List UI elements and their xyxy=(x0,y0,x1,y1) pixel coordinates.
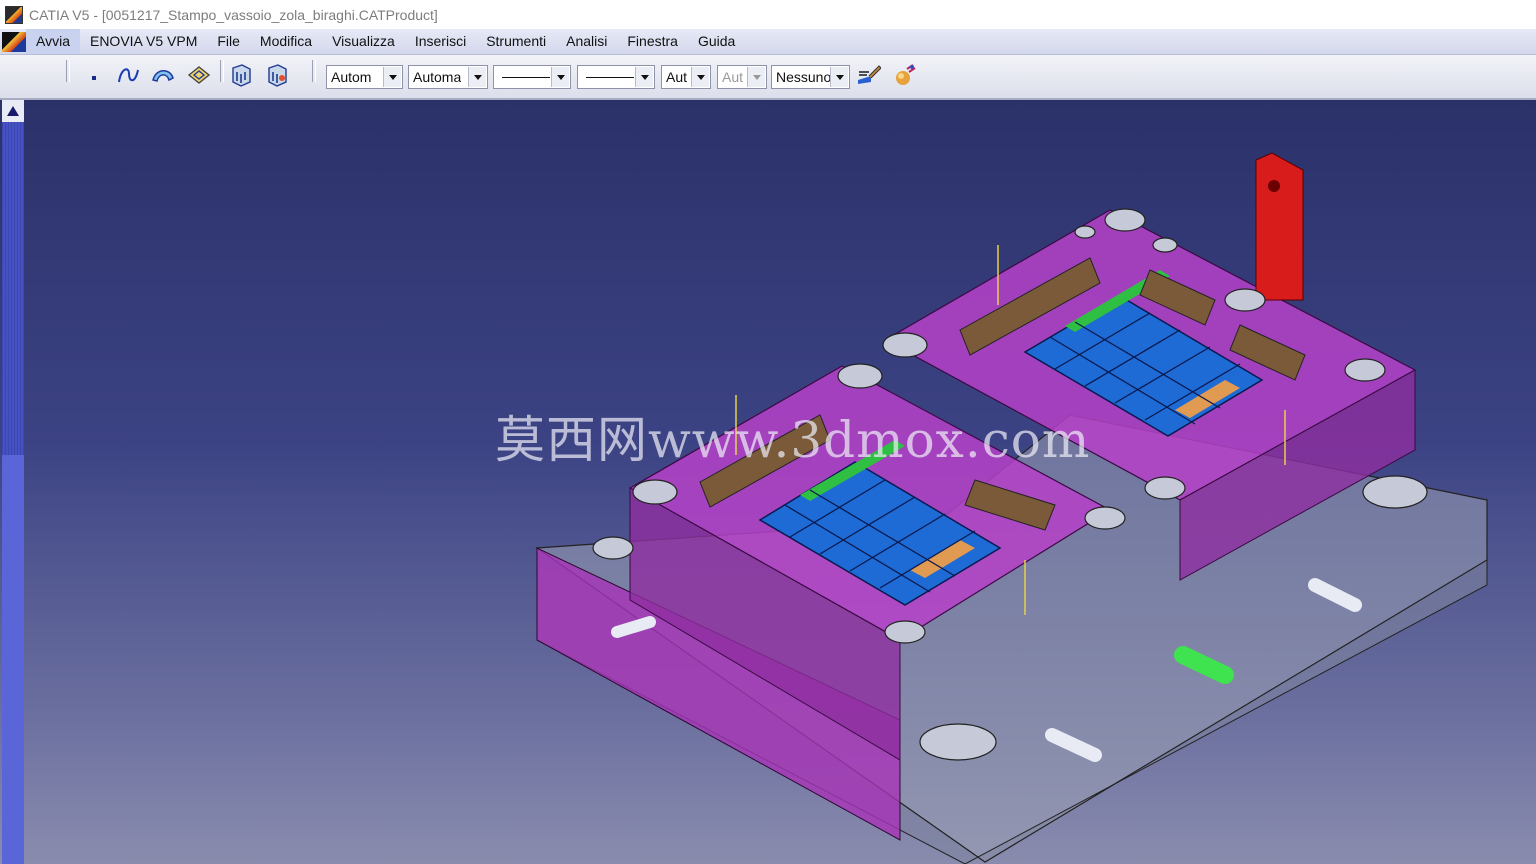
chevron-down-icon[interactable] xyxy=(551,67,569,87)
chevron-down-icon[interactable] xyxy=(383,67,401,87)
menu-avvia[interactable]: Avvia xyxy=(26,29,80,54)
menu-file[interactable]: File xyxy=(207,29,250,54)
line-sample xyxy=(586,77,634,78)
catia-logo-icon xyxy=(5,5,23,24)
lineweight-combo[interactable] xyxy=(577,65,655,89)
mold-assembly-model[interactable] xyxy=(0,100,1536,864)
catia-logo-icon[interactable] xyxy=(2,31,26,52)
render-style-combo-value: Nessuno xyxy=(776,69,831,85)
layer-combo-value: Aut xyxy=(722,69,744,85)
3d-viewport[interactable]: 莫西网www.3dmox.com xyxy=(0,100,1536,864)
linetype-combo[interactable] xyxy=(493,65,571,89)
menu-modifica[interactable]: Modifica xyxy=(250,29,322,54)
render-style-combo[interactable]: Nessuno xyxy=(771,65,850,89)
menu-finestra[interactable]: Finestra xyxy=(617,29,688,54)
window-title: CATIA V5 - [0051217_Stampo_vassoio_zola_… xyxy=(29,6,438,23)
point-type-combo[interactable]: Aut xyxy=(661,65,711,89)
part-body-icon[interactable] xyxy=(228,62,254,88)
surface-sweep-icon[interactable] xyxy=(150,62,176,88)
layer-combo: Aut xyxy=(717,65,767,89)
point-type-combo-value: Aut xyxy=(666,69,688,85)
menu-bar: Avvia ENOVIA V5 VPM File Modifica Visual… xyxy=(0,29,1536,55)
menu-visualizza[interactable]: Visualizza xyxy=(322,29,405,54)
spline-icon[interactable] xyxy=(115,62,141,88)
apply-material-icon[interactable] xyxy=(890,62,916,88)
menu-strumenti[interactable]: Strumenti xyxy=(476,29,556,54)
chevron-down-icon xyxy=(747,67,765,87)
plane-icon[interactable] xyxy=(186,62,212,88)
chevron-down-icon[interactable] xyxy=(635,67,653,87)
color-combo[interactable]: Autom xyxy=(326,65,403,89)
chevron-down-icon[interactable] xyxy=(691,67,709,87)
brush-icon[interactable] xyxy=(855,62,881,88)
toolbar-separator xyxy=(312,60,316,82)
title-bar: CATIA V5 - [0051217_Stampo_vassoio_zola_… xyxy=(0,0,1536,29)
toolbar: Autom Automa Aut Aut Nessuno xyxy=(0,55,1536,100)
line-sample xyxy=(502,77,550,78)
red-handle xyxy=(1255,152,1304,301)
menu-enovia[interactable]: ENOVIA V5 VPM xyxy=(80,29,207,54)
transparency-combo[interactable]: Automa xyxy=(408,65,488,89)
chevron-down-icon[interactable] xyxy=(830,67,848,87)
menu-inserisci[interactable]: Inserisci xyxy=(405,29,476,54)
point-icon[interactable] xyxy=(80,62,106,88)
menu-guida[interactable]: Guida xyxy=(688,29,745,54)
handle-hole xyxy=(1268,180,1280,192)
toolbar-separator xyxy=(220,60,224,82)
watermark-text: 莫西网www.3dmox.com xyxy=(495,411,1091,469)
chevron-down-icon[interactable] xyxy=(468,67,486,87)
toolbar-separator xyxy=(66,60,70,82)
transparency-combo-value: Automa xyxy=(413,69,462,85)
menu-analisi[interactable]: Analisi xyxy=(556,29,617,54)
color-combo-value: Autom xyxy=(331,69,372,85)
part-body-2-icon[interactable] xyxy=(264,62,290,88)
